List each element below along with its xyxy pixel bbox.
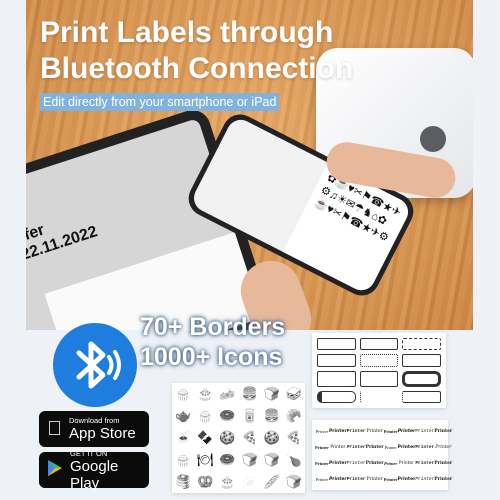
icon-sample: 🥨	[197, 474, 214, 489]
border-samples-grid	[312, 333, 446, 408]
icon-sample: 🍕	[285, 430, 302, 445]
icon-sample: 🧀	[219, 386, 236, 401]
tablet-label-text: afer 22.11.2022	[26, 206, 100, 265]
border-sample	[317, 370, 356, 387]
icon-sample: 🍞	[241, 452, 258, 467]
icon-sample: 🍔	[263, 408, 280, 423]
font-sample: Printer	[435, 444, 452, 450]
icon-sample: 🍪	[263, 430, 280, 445]
google-play-icon	[47, 459, 63, 482]
apple-icon: 	[47, 418, 62, 441]
font-sample: Printer	[315, 428, 329, 434]
font-sample: Printer	[397, 428, 416, 434]
icon-sample: 🍞	[263, 452, 280, 467]
icon-sample: 🫖	[174, 408, 192, 423]
icon-sample: 🎂	[197, 386, 214, 401]
font-sample: Printer	[346, 428, 366, 434]
icon-sample: 🍔	[241, 386, 258, 401]
font-sample: Printer	[315, 460, 329, 466]
google-play-label: Google Play	[70, 457, 119, 492]
hero-subtitle: Edit directly from your smartphone or iP…	[40, 93, 280, 111]
icon-sample: 🍪	[219, 430, 236, 445]
border-sample	[359, 354, 399, 367]
font-samples-grid: Printer Printer Printer Printer Printer Print…	[312, 420, 452, 490]
border-sample	[317, 390, 356, 403]
font-sample: Printer	[384, 460, 398, 466]
font-sample: Printer	[415, 444, 435, 450]
app-store-small: Download from	[54, 416, 119, 425]
font-sample: Printer	[415, 460, 435, 466]
border-sample	[402, 370, 441, 387]
icon-sample: 🍗	[285, 452, 302, 467]
icon-sample: 🧁	[174, 386, 192, 401]
font-sample: Printer	[397, 444, 416, 450]
font-sample: Printer	[434, 428, 453, 434]
font-sample: Printer	[415, 476, 435, 482]
border-sample	[359, 338, 399, 351]
font-sample: Printer	[415, 428, 435, 434]
icon-sample: 🍞	[285, 474, 302, 489]
app-store-button[interactable]:  Download fromApp Store	[39, 411, 149, 447]
google-play-button[interactable]: GET IT ON Google Play	[39, 448, 149, 492]
font-sample: Printer	[366, 428, 383, 434]
icon-sample: 🍞	[263, 386, 280, 401]
hero-title: Print Labels through Bluetooth Connectio…	[40, 15, 353, 87]
font-sample: Printer	[434, 460, 453, 466]
icon-sample: 🥖	[263, 474, 280, 489]
icon-sample: 🥪	[285, 386, 302, 401]
font-sample: Printer	[329, 476, 347, 482]
title-line-2: Bluetooth Connection	[40, 52, 354, 85]
icon-sample: 🍕	[241, 430, 258, 445]
font-sample: Printer	[365, 444, 384, 450]
icon-samples-grid: 🧁 🎂 🧀 🍔 🍞 🥪 🫖 🧁 🍩 🥫 🍔 🥐 🍝 🍫 🍪 🍕 🍪 🍕 🧁 🍽 🍩 🍞 🍞 🍗 🥞 🥨 🎂 🥟 🥖 🍞	[172, 383, 305, 493]
google-play-small: GET IT ON	[70, 448, 108, 458]
icon-sample: 🍩	[219, 408, 236, 423]
font-sample: Printer	[434, 476, 453, 482]
hero-photo: Print Labels through Bluetooth Connectio…	[26, 0, 473, 330]
icon-sample: 🍽	[196, 452, 214, 467]
borders-count: 70+ Borders	[140, 313, 286, 341]
icon-sample: 🥞	[174, 474, 192, 489]
icon-sample: 🎂	[219, 474, 236, 489]
font-sample: Printer	[397, 476, 416, 482]
font-sample: Printer	[365, 460, 384, 466]
printer-power-button	[420, 126, 446, 152]
icon-sample: 🍝	[174, 430, 192, 445]
font-sample: Printer	[346, 476, 366, 482]
font-sample: Printer	[346, 460, 366, 466]
font-sample: Printer	[330, 444, 346, 450]
border-sample	[402, 390, 441, 403]
icons-count: 1000+ Icons	[140, 343, 283, 371]
font-sample: Printer	[329, 428, 347, 434]
border-sample	[317, 338, 356, 351]
font-sample: Printer	[383, 476, 398, 482]
font-sample: Printer	[383, 428, 398, 434]
icon-sample: 🥫	[241, 408, 258, 423]
icon-sample: 🥐	[285, 408, 302, 423]
font-sample: Printer	[384, 444, 397, 450]
border-sample	[402, 354, 441, 367]
border-sample	[359, 390, 399, 403]
bluetooth-icon	[53, 323, 137, 407]
title-line-1: Print Labels through	[40, 16, 334, 49]
font-sample: Printer	[315, 444, 329, 450]
icon-sample: 🧁	[174, 452, 192, 467]
font-sample: Printer	[329, 460, 347, 466]
border-sample	[317, 354, 356, 367]
font-sample: Printer	[315, 476, 329, 482]
icon-sample: 🍩	[219, 452, 236, 467]
border-sample	[402, 338, 441, 351]
icon-sample: 🍫	[197, 430, 214, 445]
icon-sample: 🥟	[241, 474, 258, 489]
font-sample: Printer	[346, 444, 366, 450]
font-sample: Printer	[399, 460, 414, 466]
app-store-label: App Store	[54, 425, 136, 442]
icon-sample: 🧁	[197, 408, 214, 423]
font-sample: Printer	[366, 476, 383, 482]
border-sample	[359, 370, 399, 387]
